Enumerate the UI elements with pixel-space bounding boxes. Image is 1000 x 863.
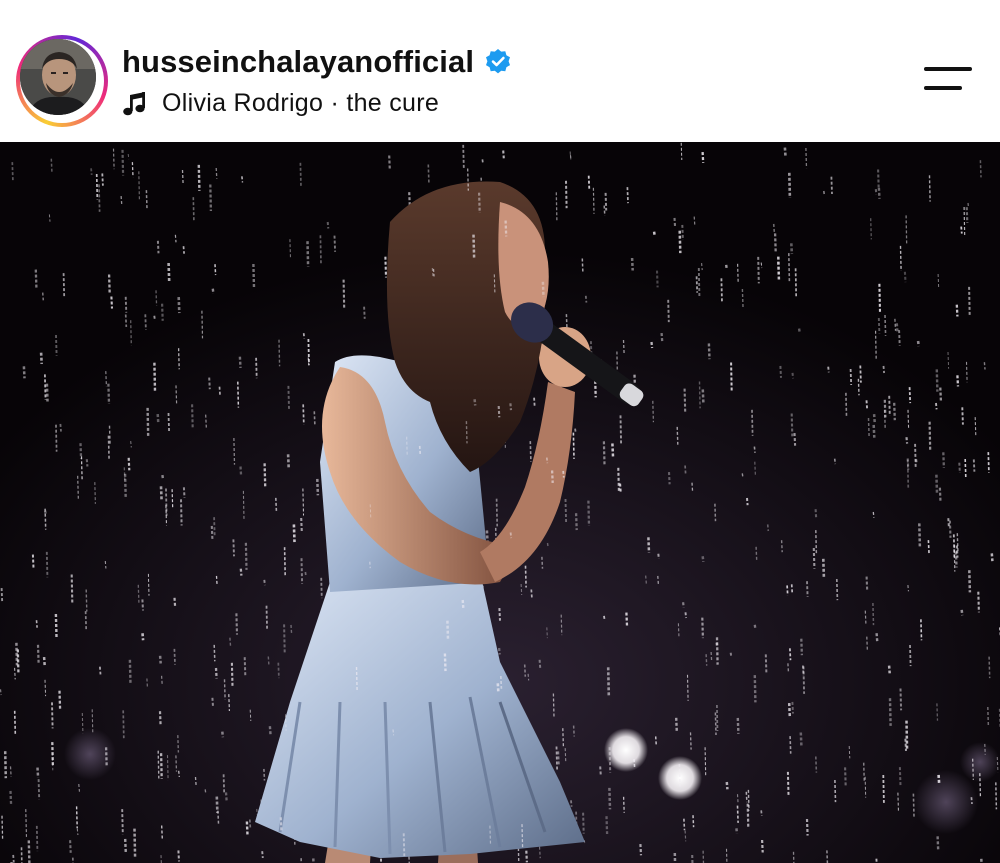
menu-icon[interactable] — [920, 62, 976, 96]
concert-photo — [0, 142, 1000, 863]
music-track-label: Olivia Rodrigo · the cure — [162, 88, 440, 117]
username[interactable]: husseinchalayanofficial — [122, 44, 474, 80]
profile-avatar-button[interactable] — [16, 35, 108, 127]
post-photo[interactable] — [0, 142, 1000, 863]
music-note-icon — [123, 92, 145, 116]
avatar — [20, 39, 96, 115]
music-attribution[interactable]: Olivia Rodrigo · the cure — [122, 84, 439, 122]
post-header: husseinchalayanofficial Olivia Rodrigo ·… — [0, 0, 1000, 142]
verified-badge-icon — [486, 49, 511, 74]
avatar-photo — [20, 39, 96, 115]
instagram-post: husseinchalayanofficial Olivia Rodrigo ·… — [0, 0, 1000, 863]
